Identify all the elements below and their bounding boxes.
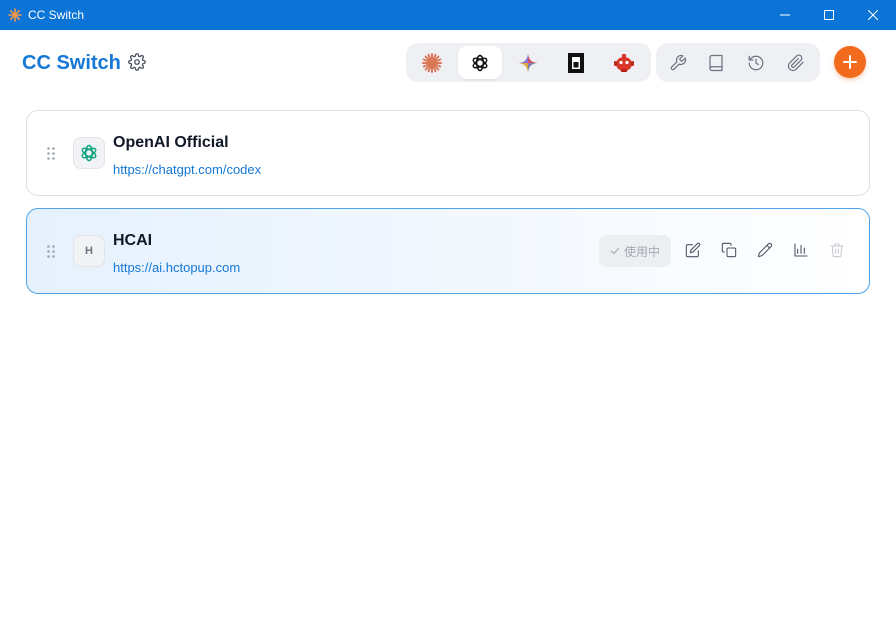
rename-button[interactable] bbox=[756, 241, 774, 259]
edit-icon bbox=[685, 242, 701, 258]
in-use-button[interactable]: 使用中 bbox=[599, 235, 671, 267]
trash-icon bbox=[830, 243, 844, 258]
provider-card-active[interactable]: H HCAI https://ai.hctopup.com 使用中 bbox=[26, 208, 870, 294]
app-logo-icon bbox=[8, 8, 22, 22]
drag-handle-icon[interactable] bbox=[47, 245, 55, 258]
app-header: CC Switch bbox=[0, 30, 896, 98]
tool-button-history[interactable] bbox=[734, 46, 778, 79]
wrench-icon bbox=[670, 54, 687, 70]
tool-button-attachments[interactable] bbox=[774, 46, 818, 79]
provider-name: HCAI bbox=[113, 232, 153, 249]
pencil-icon bbox=[757, 242, 773, 258]
paperclip-icon bbox=[787, 53, 804, 71]
robot-icon bbox=[614, 53, 634, 72]
app-tab-droid[interactable] bbox=[602, 46, 646, 79]
openai-icon bbox=[81, 144, 97, 162]
provider-avatar: H bbox=[73, 235, 105, 267]
provider-card[interactable]: OpenAI Official https://chatgpt.com/code… bbox=[26, 110, 870, 196]
add-provider-button[interactable] bbox=[834, 46, 866, 78]
minimize-icon bbox=[780, 14, 790, 16]
minimize-button[interactable] bbox=[762, 0, 808, 30]
plus-icon bbox=[843, 55, 857, 69]
openai-icon bbox=[472, 54, 488, 71]
app-tab-gemini[interactable] bbox=[506, 46, 550, 79]
close-button[interactable] bbox=[850, 0, 896, 30]
usage-stats-button[interactable] bbox=[792, 241, 810, 259]
app-title: CC Switch bbox=[22, 52, 121, 74]
tool-button-docs[interactable] bbox=[694, 46, 738, 79]
check-icon bbox=[610, 247, 620, 255]
app-switcher bbox=[406, 43, 651, 82]
provider-url[interactable]: https://chatgpt.com/codex bbox=[113, 162, 261, 178]
tools-toolbar bbox=[656, 43, 820, 82]
terminal-block-icon bbox=[568, 52, 584, 73]
provider-name: OpenAI Official bbox=[113, 134, 229, 151]
edit-button[interactable] bbox=[684, 241, 702, 259]
provider-url[interactable]: https://ai.hctopup.com bbox=[113, 260, 240, 276]
window-title: CC Switch bbox=[28, 8, 85, 22]
in-use-label: 使用中 bbox=[623, 244, 660, 259]
claude-starburst-icon bbox=[422, 52, 442, 73]
drag-handle-icon[interactable] bbox=[47, 147, 55, 160]
maximize-icon bbox=[824, 10, 834, 20]
window-titlebar: CC Switch bbox=[0, 0, 896, 30]
app-tab-codex[interactable] bbox=[458, 46, 502, 79]
history-icon bbox=[748, 55, 764, 70]
maximize-button[interactable] bbox=[806, 0, 852, 30]
app-tab-opencode[interactable] bbox=[554, 46, 598, 79]
bar-chart-icon bbox=[794, 243, 808, 257]
duplicate-button[interactable] bbox=[720, 241, 738, 259]
delete-button[interactable] bbox=[828, 241, 846, 259]
gemini-sparkle-icon bbox=[518, 53, 538, 72]
close-icon bbox=[868, 10, 878, 20]
provider-avatar bbox=[73, 137, 105, 169]
settings-button[interactable] bbox=[128, 53, 146, 71]
copy-icon bbox=[721, 242, 737, 258]
app-tab-claude[interactable] bbox=[410, 46, 454, 79]
gear-icon bbox=[128, 53, 146, 71]
book-icon bbox=[709, 54, 723, 71]
